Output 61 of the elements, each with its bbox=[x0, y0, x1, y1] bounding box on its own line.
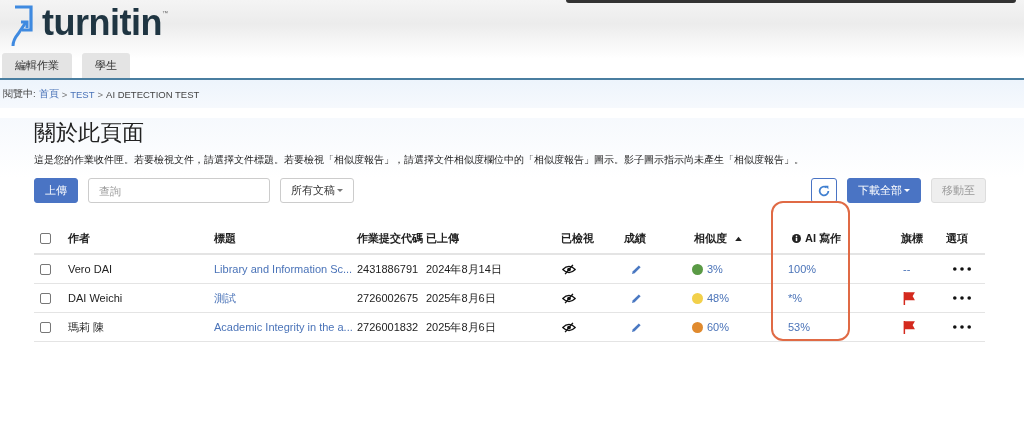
pencil-icon[interactable] bbox=[631, 292, 642, 304]
nav-tab[interactable]: 學生 bbox=[82, 53, 130, 78]
nav-tab[interactable]: 編輯作業 bbox=[2, 53, 72, 78]
refresh-button[interactable] bbox=[811, 178, 837, 203]
similarity-link[interactable]: 48% bbox=[707, 292, 730, 304]
more-options-icon[interactable] bbox=[953, 325, 971, 329]
upload-button[interactable]: 上傳 bbox=[34, 178, 78, 203]
column-header: 相似度 bbox=[694, 230, 727, 246]
sort-icon[interactable] bbox=[735, 235, 742, 241]
submission-id: 2726001832 bbox=[357, 321, 419, 333]
submission-id: 2431886791 bbox=[357, 263, 419, 275]
ai-score-link[interactable]: 100% bbox=[788, 263, 817, 275]
no-flag-text: -- bbox=[903, 263, 911, 275]
column-header: AI 寫作 bbox=[805, 230, 842, 246]
ai-score-link[interactable]: *% bbox=[788, 292, 803, 304]
column-header: 成績 bbox=[624, 230, 646, 246]
breadcrumb-label: 閱覽中: bbox=[3, 87, 36, 101]
similarity-link[interactable]: 3% bbox=[707, 263, 723, 275]
row-checkbox[interactable] bbox=[40, 321, 51, 333]
filter-dropdown[interactable]: 所有文稿 bbox=[280, 178, 354, 203]
info-icon[interactable] bbox=[792, 233, 801, 243]
title-link[interactable]: 測試 bbox=[214, 290, 236, 306]
author-name: 瑪莉 陳 bbox=[68, 319, 105, 335]
search-field[interactable]: 查詢 bbox=[88, 178, 270, 203]
caret-icon bbox=[904, 189, 910, 192]
pencil-icon[interactable] bbox=[631, 263, 642, 275]
ai-score-link[interactable]: 53% bbox=[788, 321, 811, 333]
similarity-link[interactable]: 60% bbox=[707, 321, 730, 333]
breadcrumb-current: AI DETECTION TEST bbox=[106, 88, 200, 100]
upload-date: 2025年8月6日 bbox=[426, 319, 496, 335]
refresh-icon bbox=[817, 183, 831, 198]
select-all-checkbox[interactable] bbox=[40, 232, 51, 244]
breadcrumb-link[interactable]: 首頁 bbox=[38, 87, 59, 101]
more-options-icon[interactable] bbox=[953, 296, 971, 300]
logo-icon bbox=[9, 4, 35, 46]
column-header: 作者 bbox=[68, 230, 90, 246]
download-all-button[interactable]: 下載全部 bbox=[847, 178, 921, 203]
title-link[interactable]: Academic Integrity in the a... bbox=[214, 321, 353, 333]
submission-id: 2726002675 bbox=[357, 292, 419, 304]
column-header: 標題 bbox=[214, 230, 236, 246]
column-header: 作業提交代碼 bbox=[357, 230, 423, 246]
page-title: 關於此頁面 bbox=[34, 119, 145, 147]
column-header: 已檢視 bbox=[561, 230, 594, 246]
pencil-icon[interactable] bbox=[631, 321, 642, 333]
breadcrumb-separator: > bbox=[97, 88, 104, 100]
page-description: 這是您的作業收件匣。若要檢視文件，請選擇文件標題。若要檢視「相似度報告」，請選擇文件相似度欄位中的「相似度報告」圖示。影子圖示指示尚未產生「相似度報告」。 bbox=[34, 154, 805, 167]
row-checkbox[interactable] bbox=[40, 292, 51, 304]
breadcrumb-link[interactable]: TEST bbox=[70, 88, 95, 100]
more-options-icon[interactable] bbox=[953, 267, 971, 271]
upload-date: 2024年8月14日 bbox=[426, 261, 502, 277]
column-header: 選項 bbox=[946, 230, 968, 246]
row-checkbox[interactable] bbox=[40, 263, 51, 275]
author-name: Vero DAI bbox=[68, 263, 113, 275]
logo-wordmark: turnitin bbox=[42, 4, 162, 42]
title-link[interactable]: Library and Information Sc... bbox=[214, 263, 353, 275]
breadcrumb-separator: > bbox=[61, 88, 68, 100]
caret-icon bbox=[337, 189, 343, 192]
author-name: DAI Weichi bbox=[68, 292, 123, 304]
column-header: 旗標 bbox=[901, 230, 923, 246]
column-header: 已上傳 bbox=[426, 230, 459, 246]
upload-date: 2025年8月6日 bbox=[426, 290, 496, 306]
